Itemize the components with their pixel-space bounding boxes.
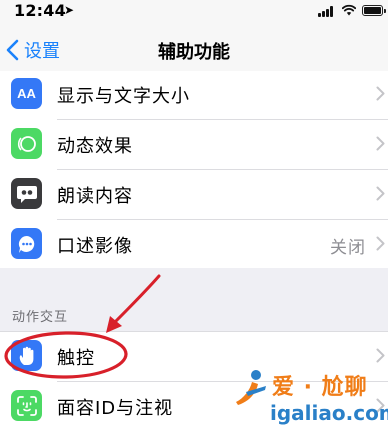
motion-icon — [11, 128, 42, 159]
chevron-right-icon — [376, 86, 385, 101]
settings-row-label: 口述影像 — [57, 236, 133, 257]
audio-description-icon-glyph — [18, 235, 34, 253]
chevron-right-icon — [376, 348, 385, 363]
vision-settings-group: AA 显示与文字大小 动态效果 朗读内容 口述影像 关闭 — [0, 71, 388, 268]
settings-row-display-text-size[interactable]: AA 显示与文字大小 — [0, 71, 388, 120]
hand-touch-icon-glyph — [19, 346, 33, 365]
annotation-arrow-shaft — [110, 274, 161, 327]
settings-row-spoken-content[interactable]: 朗读内容 — [0, 170, 388, 220]
chevron-right-icon — [376, 398, 385, 413]
settings-row-label: 动态效果 — [57, 136, 133, 157]
navigation-bar: 设置 辅助功能 — [0, 24, 388, 77]
chevron-right-icon — [376, 236, 385, 251]
settings-row-label: 面容ID与注视 — [57, 398, 174, 419]
motion-icon-glyph — [17, 135, 36, 152]
interaction-settings-group: 触控 面容ID与注视 — [0, 331, 388, 436]
cellular-signal-icon — [318, 6, 334, 17]
section-header-interaction: 动作交互 — [12, 310, 69, 325]
location-arrow-icon: ➤ — [64, 3, 75, 17]
settings-row-motion[interactable]: 动态效果 — [0, 120, 388, 170]
settings-row-value: 关闭 — [330, 238, 366, 258]
status-time: 12:44 — [14, 1, 66, 20]
text-size-icon: AA — [11, 78, 42, 109]
settings-row-label: 显示与文字大小 — [57, 86, 190, 107]
face-id-icon — [11, 390, 42, 421]
settings-row-label: 触控 — [57, 348, 95, 369]
battery-icon — [362, 5, 386, 16]
audio-description-icon — [11, 228, 42, 259]
settings-row-label: 朗读内容 — [57, 186, 133, 207]
spoken-content-icon-glyph — [16, 185, 37, 203]
spoken-content-icon — [11, 178, 42, 209]
chevron-right-icon — [376, 186, 385, 201]
hand-touch-icon — [11, 340, 42, 371]
text-size-icon-glyph: AA — [17, 86, 36, 101]
settings-row-face-id-attention[interactable]: 面容ID与注视 — [0, 382, 388, 432]
settings-row-audio-description[interactable]: 口述影像 关闭 — [0, 220, 388, 268]
face-id-icon-glyph — [16, 395, 37, 416]
chevron-right-icon — [376, 136, 385, 151]
status-bar: 12:44 ➤ — [0, 0, 388, 24]
settings-row-touch[interactable]: 触控 — [0, 332, 388, 382]
wifi-icon — [342, 4, 356, 16]
page-title: 辅助功能 — [158, 42, 230, 63]
